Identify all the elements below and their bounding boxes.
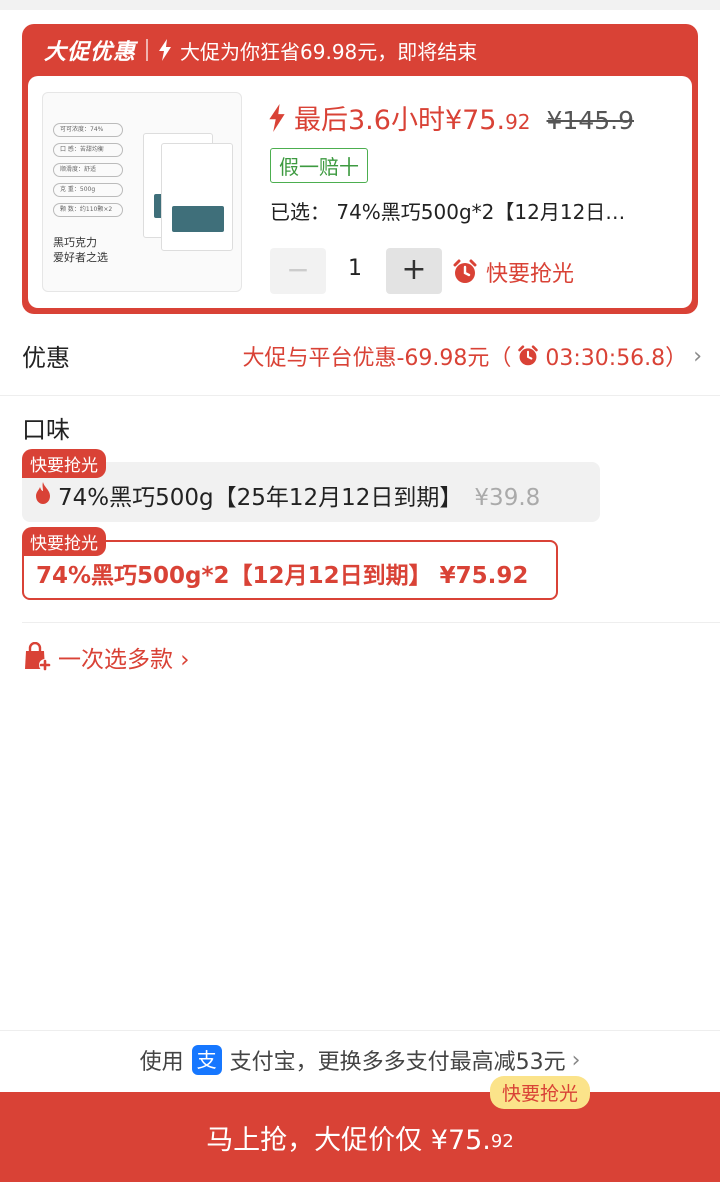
- divider: [0, 1030, 720, 1031]
- flavor-option-price: ¥39.8: [474, 485, 541, 511]
- product-image[interactable]: 可可浓度：74% 口 感：苦甜均衡 顺滑度：舒适 克 重：500g 颗 数：约1…: [42, 92, 242, 292]
- shopping-bag-plus-icon: [25, 642, 51, 671]
- payment-text: 支付宝，更换多多支付最高减53元: [229, 1050, 566, 1075]
- lightning-icon: [159, 39, 172, 61]
- spec-line: 克 重：500g: [53, 183, 123, 197]
- divider: [22, 622, 720, 623]
- alarm-clock-icon: [453, 259, 477, 283]
- promo-product-panel: 可可浓度：74% 口 感：苦甜均衡 顺滑度：舒适 克 重：500g 颗 数：约1…: [28, 76, 692, 308]
- hurry-tag: 快要抢光: [490, 1076, 591, 1109]
- quantity-plus-button[interactable]: +: [386, 248, 442, 294]
- countdown-cents: 92: [505, 110, 531, 134]
- promo-card: 大促优惠 大促为你狂省69.98元，即将结束 可可浓度：74% 口 感：苦甜均衡…: [22, 24, 698, 314]
- top-gap: [0, 0, 720, 10]
- original-price: ¥145.9: [546, 106, 634, 135]
- promo-subtitle: 大促为你狂省69.98元，即将结束: [180, 39, 478, 64]
- spec-line: 颗 数：约110颗×2: [53, 203, 123, 217]
- flame-icon: [36, 482, 50, 504]
- buy-cents: 92: [490, 1130, 514, 1152]
- hurry-tag: 快要抢光: [22, 449, 106, 478]
- image-caption: 黑巧克力 爱好者之选: [53, 235, 163, 265]
- flavor-option-text: 74%黑巧500g【25年12月12日到期】 ¥39.8: [58, 478, 540, 512]
- flavor-option-1[interactable]: 74%黑巧500g【25年12月12日到期】 ¥39.8: [22, 462, 600, 522]
- countdown-text: 最后3.6小时¥75.: [294, 105, 506, 136]
- discount-value: 大促与平台优惠-69.98元（ 03:30:56.8） ›: [242, 340, 702, 372]
- guarantee-badge: 假一赔十: [270, 148, 368, 183]
- product-bag-front: [161, 143, 233, 251]
- hurry-tag: 快要抢光: [22, 527, 106, 556]
- lightning-icon: [269, 103, 285, 132]
- promo-brand: 大促优惠: [44, 40, 137, 65]
- payment-method-row[interactable]: 使用 支 支付宝，更换多多支付最高减53元 ›: [0, 1044, 720, 1076]
- payment-prefix: 使用: [139, 1050, 184, 1075]
- flavor-option-name: 74%黑巧500g【25年12月12日到期】: [58, 485, 463, 511]
- flavor-label: 口味: [22, 416, 70, 444]
- hurry-text: 快要抢光: [486, 262, 575, 287]
- alipay-icon: 支: [191, 1045, 222, 1075]
- chevron-right-icon: ›: [571, 1047, 581, 1073]
- discount-text: 大促与平台优惠-69.98元（: [242, 346, 512, 371]
- caption-line: 爱好者之选: [53, 251, 108, 264]
- chevron-right-icon: ›: [693, 343, 702, 369]
- countdown-price: 最后3.6小时¥75. 92 ¥145.9: [268, 98, 634, 137]
- promo-divider: [146, 39, 149, 61]
- spec-line: 顺滑度：舒适: [53, 163, 123, 177]
- buy-now-button[interactable]: 马上抢，大促价仅 ¥75. 92: [0, 1092, 720, 1182]
- quantity-value[interactable]: 1: [340, 256, 370, 281]
- spec-line: 口 感：苦甜均衡: [53, 143, 123, 157]
- quantity-minus-button[interactable]: −: [270, 248, 326, 294]
- caption-line: 黑巧克力: [53, 236, 97, 249]
- multi-select-text: 一次选多款 ›: [58, 647, 190, 673]
- alarm-clock-icon: [518, 345, 539, 366]
- discount-row[interactable]: 优惠 大促与平台优惠-69.98元（ 03:30:56.8） ›: [0, 316, 720, 396]
- selected-spec[interactable]: 已选： 74%黑巧500g*2【12月12日…: [270, 196, 675, 225]
- flavor-option-name: 74%黑巧500g*2【12月12日到期】 ¥75.92: [36, 563, 529, 589]
- multi-select-link[interactable]: 一次选多款 ›: [22, 640, 190, 674]
- discount-label: 优惠: [22, 344, 70, 372]
- discount-timer: 03:30:56.8）: [545, 346, 688, 371]
- hurry-label: 快要抢光: [452, 256, 574, 288]
- buy-text: 马上抢，大促价仅 ¥75.: [206, 1124, 491, 1156]
- spec-line: 可可浓度：74%: [53, 123, 123, 137]
- promo-header: 大促优惠 大促为你狂省69.98元，即将结束: [22, 24, 698, 76]
